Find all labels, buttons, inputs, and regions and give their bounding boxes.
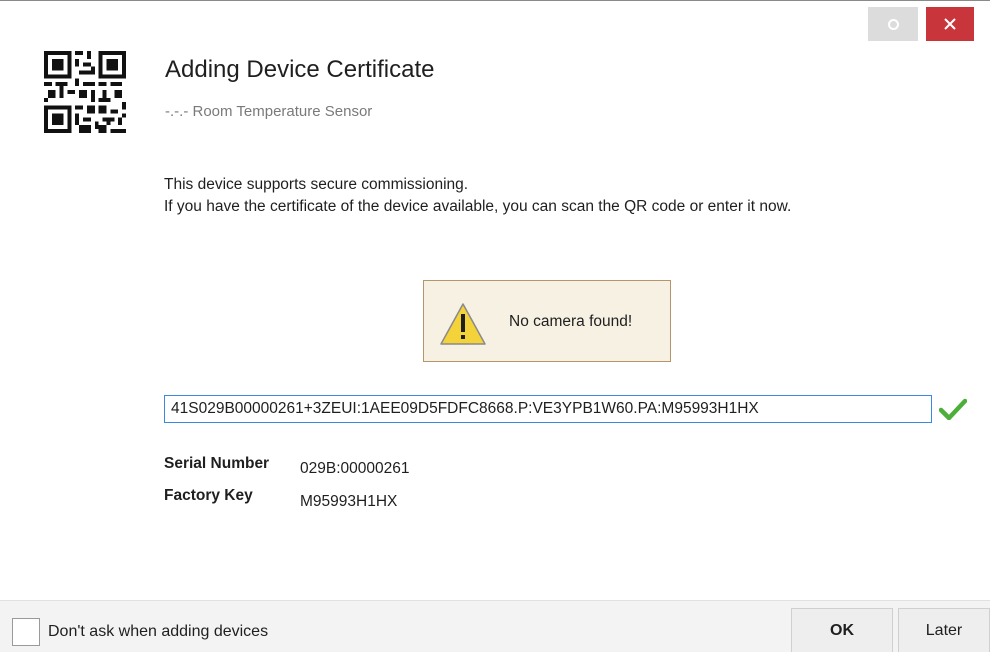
device-name: -.-.- Room Temperature Sensor xyxy=(165,103,373,120)
intro-line-2: If you have the certificate of the devic… xyxy=(164,198,792,215)
warning-icon xyxy=(440,303,486,345)
intro-text: This device supports secure commissionin… xyxy=(164,174,924,218)
warning-text: No camera found! xyxy=(509,313,633,330)
ok-button[interactable]: OK xyxy=(791,608,893,652)
qr-code-icon xyxy=(44,51,126,133)
close-button[interactable] xyxy=(926,7,974,41)
factory-key-label: Factory Key xyxy=(164,487,253,504)
window-top-border xyxy=(0,0,990,1)
later-button[interactable]: Later xyxy=(898,608,990,652)
dont-ask-label[interactable]: Don't ask when adding devices xyxy=(48,623,268,641)
restore-button[interactable] xyxy=(868,7,918,41)
camera-warning-box: No camera found! xyxy=(423,280,671,362)
checkmark-icon xyxy=(939,398,967,420)
certificate-input[interactable] xyxy=(164,395,932,423)
dialog-footer: Don't ask when adding devices OK Later xyxy=(0,600,990,652)
dont-ask-checkbox[interactable] xyxy=(12,618,40,646)
restore-icon xyxy=(887,18,899,30)
dialog-title: Adding Device Certificate xyxy=(165,56,435,83)
intro-line-1: This device supports secure commissionin… xyxy=(164,176,469,193)
factory-key-value: M95993H1HX xyxy=(300,493,398,510)
serial-number-value: 029B:00000261 xyxy=(300,460,410,477)
serial-number-label: Serial Number xyxy=(164,455,270,472)
close-icon xyxy=(944,18,956,30)
